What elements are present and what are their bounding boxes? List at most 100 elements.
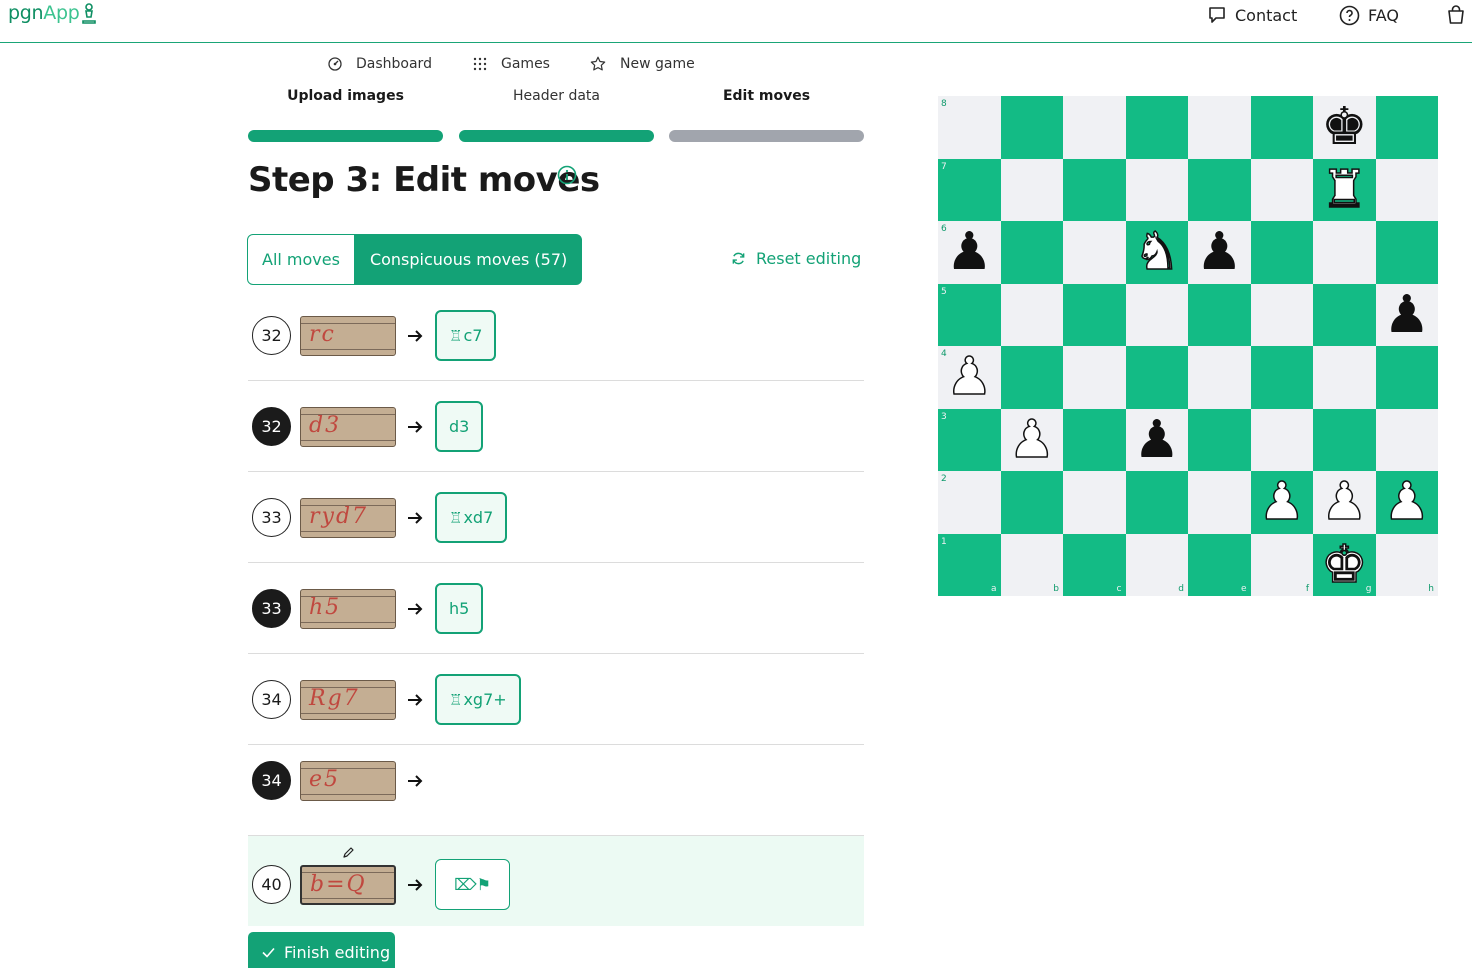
step-edit-moves[interactable]: Edit moves — [669, 88, 864, 142]
square-c8[interactable] — [1063, 96, 1126, 159]
cart-button[interactable] — [1447, 5, 1472, 25]
faq-link[interactable]: FAQ — [1339, 5, 1399, 26]
contact-link[interactable]: Contact — [1207, 5, 1297, 25]
square-g1[interactable]: g ♚ — [1313, 533, 1376, 596]
square-c7[interactable] — [1063, 158, 1126, 221]
move-input-button[interactable]: ⌦⚑ — [435, 859, 510, 910]
square-e8[interactable] — [1188, 96, 1251, 159]
handwriting-scan[interactable]: e5 — [300, 761, 396, 801]
all-moves-button[interactable]: All moves — [247, 234, 355, 285]
logo[interactable]: pgnApp — [8, 2, 98, 29]
square-d4[interactable] — [1125, 346, 1188, 409]
white-piece-icon[interactable]: ♟ — [1383, 476, 1431, 530]
square-e3[interactable] — [1188, 408, 1251, 471]
move-button[interactable]: d3 — [435, 401, 484, 452]
white-piece-icon[interactable]: ♟ — [1258, 476, 1306, 530]
square-d6[interactable]: ♞ — [1125, 221, 1188, 284]
square-g5[interactable] — [1313, 283, 1376, 346]
conspicuous-moves-button[interactable]: Conspicuous moves (57) — [354, 234, 583, 285]
handwriting-scan[interactable]: b=Q — [300, 865, 396, 905]
handwriting-scan[interactable]: rc — [300, 316, 396, 356]
square-e4[interactable] — [1188, 346, 1251, 409]
square-a3[interactable]: 3 — [938, 408, 1001, 471]
square-f3[interactable] — [1250, 408, 1313, 471]
step-header-data[interactable]: Header data — [459, 88, 654, 142]
finish-editing-button[interactable]: Finish editing — [248, 932, 395, 968]
square-f1[interactable]: f — [1250, 533, 1313, 596]
square-a8[interactable]: 8 — [938, 96, 1001, 159]
square-b7[interactable] — [1000, 158, 1063, 221]
black-piece-icon[interactable]: ♟ — [1196, 226, 1243, 278]
square-d3[interactable]: ♟ — [1125, 408, 1188, 471]
square-h5[interactable]: ♟ — [1375, 283, 1438, 346]
square-e6[interactable]: ♟ — [1188, 221, 1251, 284]
move-button[interactable]: h5 — [435, 583, 484, 634]
square-d1[interactable]: d — [1125, 533, 1188, 596]
square-e2[interactable] — [1188, 471, 1251, 534]
square-a6[interactable]: 6 ♟ — [938, 221, 1001, 284]
black-piece-icon[interactable]: ♟ — [1383, 289, 1430, 341]
square-h2[interactable]: ♟ — [1375, 471, 1438, 534]
square-g4[interactable] — [1313, 346, 1376, 409]
square-b2[interactable] — [1000, 471, 1063, 534]
square-h1[interactable]: h — [1375, 533, 1438, 596]
nav-dashboard[interactable]: Dashboard — [328, 56, 432, 72]
square-b4[interactable] — [1000, 346, 1063, 409]
square-c6[interactable] — [1063, 221, 1126, 284]
square-e5[interactable] — [1188, 283, 1251, 346]
square-h3[interactable] — [1375, 408, 1438, 471]
handwriting-scan[interactable]: Rg7 — [300, 680, 396, 720]
square-d2[interactable] — [1125, 471, 1188, 534]
square-e7[interactable] — [1188, 158, 1251, 221]
square-e1[interactable]: e — [1188, 533, 1251, 596]
square-b1[interactable]: b — [1000, 533, 1063, 596]
nav-new-game[interactable]: New game — [590, 56, 695, 72]
square-a2[interactable]: 2 — [938, 471, 1001, 534]
white-piece-icon[interactable]: ♚ — [1320, 538, 1368, 592]
square-f7[interactable] — [1250, 158, 1313, 221]
move-button[interactable]: ♖ xd7 — [435, 492, 508, 543]
square-c3[interactable] — [1063, 408, 1126, 471]
square-d7[interactable] — [1125, 158, 1188, 221]
square-a4[interactable]: 4 ♟ — [938, 346, 1001, 409]
white-piece-icon[interactable]: ♟ — [1320, 476, 1368, 530]
square-g6[interactable] — [1313, 221, 1376, 284]
chess-board[interactable]: 8 ♚ 7 ♜ 6 ♟ ♞ ♟ 5 ♟ 4 ♟ 3 ♟ ♟ 2 ♟ ♟ ♟ 1 a b c d e f g ♚ h — [938, 96, 1438, 596]
square-f8[interactable] — [1250, 96, 1313, 159]
black-piece-icon[interactable]: ♟ — [1133, 414, 1180, 466]
step-upload-images[interactable]: Upload images — [248, 88, 443, 142]
square-c1[interactable]: c — [1063, 533, 1126, 596]
square-f6[interactable] — [1250, 221, 1313, 284]
reset-editing-button[interactable]: Reset editing — [731, 249, 861, 268]
white-piece-icon[interactable]: ♞ — [1133, 226, 1181, 280]
square-c4[interactable] — [1063, 346, 1126, 409]
square-c5[interactable] — [1063, 283, 1126, 346]
square-h7[interactable] — [1375, 158, 1438, 221]
square-c2[interactable] — [1063, 471, 1126, 534]
info-icon[interactable] — [557, 165, 577, 189]
square-b6[interactable] — [1000, 221, 1063, 284]
square-b5[interactable] — [1000, 283, 1063, 346]
square-b3[interactable]: ♟ — [1000, 408, 1063, 471]
square-d5[interactable] — [1125, 283, 1188, 346]
square-g7[interactable]: ♜ — [1313, 158, 1376, 221]
square-h6[interactable] — [1375, 221, 1438, 284]
square-g3[interactable] — [1313, 408, 1376, 471]
square-g2[interactable]: ♟ — [1313, 471, 1376, 534]
square-h8[interactable] — [1375, 96, 1438, 159]
square-a7[interactable]: 7 — [938, 158, 1001, 221]
move-button[interactable]: ♖ c7 — [435, 310, 497, 361]
white-piece-icon[interactable]: ♟ — [945, 351, 993, 405]
white-piece-icon[interactable]: ♟ — [1008, 413, 1056, 467]
square-f4[interactable] — [1250, 346, 1313, 409]
square-g8[interactable]: ♚ — [1313, 96, 1376, 159]
square-h4[interactable] — [1375, 346, 1438, 409]
handwriting-scan[interactable]: d3 — [300, 407, 396, 447]
square-d8[interactable] — [1125, 96, 1188, 159]
move-button[interactable]: ♖ xg7+ — [435, 674, 521, 725]
pencil-icon[interactable] — [342, 847, 354, 859]
square-a5[interactable]: 5 — [938, 283, 1001, 346]
nav-games[interactable]: Games — [473, 56, 550, 72]
square-b8[interactable] — [1000, 96, 1063, 159]
square-f2[interactable]: ♟ — [1250, 471, 1313, 534]
